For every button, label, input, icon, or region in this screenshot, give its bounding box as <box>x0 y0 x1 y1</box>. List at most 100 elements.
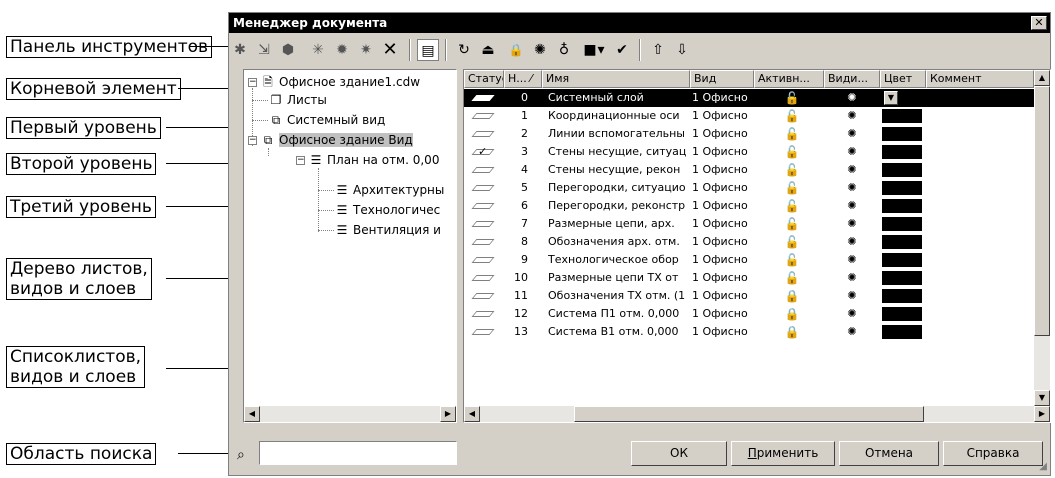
table-row[interactable]: 9 Технологическое обор 1 Офисно 🔓 ✺ <box>464 251 1034 269</box>
lightbulb-icon[interactable]: ✺ <box>840 107 864 125</box>
status-cell[interactable] <box>464 125 504 143</box>
color-swatch[interactable] <box>882 253 922 267</box>
activate-icon[interactable]: ⏏ <box>477 39 499 61</box>
delete-icon[interactable]: ✕ <box>379 39 401 61</box>
status-cell[interactable] <box>464 287 504 305</box>
color-swatch[interactable] <box>882 109 922 123</box>
new-view-icon[interactable]: ⇲ <box>253 39 275 61</box>
status-cell[interactable] <box>464 161 504 179</box>
list-vertical-scrollbar[interactable]: ▲ ▼ <box>1034 70 1050 406</box>
scroll-left-icon[interactable]: ◀ <box>244 406 260 422</box>
scroll-thumb[interactable] <box>574 406 924 422</box>
table-row[interactable]: 11 Обозначения ТХ отм. (1 1 Офисно 🔒 ✺ <box>464 287 1034 305</box>
color-swatch[interactable] <box>882 307 922 321</box>
status-cell[interactable] <box>464 179 504 197</box>
scroll-up-icon[interactable]: ▲ <box>1034 70 1050 86</box>
lock-icon[interactable]: 🔒 <box>780 323 804 341</box>
tree-item-office-view[interactable]: ⧉ Офисное здание Вид <box>260 132 413 148</box>
lightbulb-icon[interactable]: ✺ <box>840 125 864 143</box>
unlock-icon[interactable]: 🔓 <box>780 233 804 251</box>
color-swatch[interactable] <box>882 163 922 177</box>
status-cell[interactable] <box>464 269 504 287</box>
ok-button[interactable]: ОК <box>631 441 727 466</box>
table-row[interactable]: 12 Система П1 отм. 0,000 1 Офисно 🔒 ✺ <box>464 305 1034 323</box>
lightbulb-icon[interactable]: ✺ <box>840 89 864 107</box>
color-dropdown-icon[interactable]: ▾ <box>595 39 607 61</box>
lightbulb-icon[interactable]: ✺ <box>840 233 864 251</box>
unlock-icon[interactable]: 🔓 <box>780 215 804 233</box>
tree-item-vent[interactable]: ☰ Вентиляция и <box>334 222 441 238</box>
table-row[interactable]: 13 Система В1 отм. 0,000 1 Офисно 🔒 ✺ <box>464 323 1034 341</box>
help-button[interactable]: Справка <box>943 441 1043 466</box>
light-on-icon[interactable]: ✺ <box>529 39 551 61</box>
unlock-icon[interactable]: 🔓 <box>780 197 804 215</box>
view-star-icon[interactable]: ✹ <box>331 39 353 61</box>
export-icon[interactable]: ⇧ <box>647 39 669 61</box>
column-header-comment[interactable]: Коммент <box>926 70 1034 88</box>
lightbulb-icon[interactable]: ✺ <box>840 179 864 197</box>
table-row[interactable]: 4 Стены несущие, рекон 1 Офисно 🔓 ✺ <box>464 161 1034 179</box>
expander-root[interactable]: − <box>248 78 257 87</box>
table-row[interactable]: 0 Системный слой 1 Офисно 🔓 ✺ ▼ <box>464 89 1034 107</box>
status-cell[interactable] <box>464 251 504 269</box>
table-row[interactable]: 6 Перегородки, реконстр 1 Офисно 🔓 ✺ <box>464 197 1034 215</box>
unlock-icon[interactable]: 🔓 <box>780 269 804 287</box>
tree-item-tech[interactable]: ☰ Технологичес <box>334 202 441 218</box>
column-header-status[interactable]: Статус <box>464 70 504 88</box>
unlock-icon[interactable]: 🔓 <box>780 143 804 161</box>
close-icon[interactable]: ✕ <box>1031 16 1047 30</box>
resize-grip-icon[interactable]: ◢ <box>1039 461 1047 472</box>
lock-icon[interactable]: 🔒 <box>780 287 804 305</box>
unlock-icon[interactable]: 🔓 <box>780 251 804 269</box>
table-row[interactable]: 2 Линии вспомогательны 1 Офисно 🔓 ✺ <box>464 125 1034 143</box>
table-row[interactable]: 10 Размерные цепи ТХ от 1 Офисно 🔓 ✺ <box>464 269 1034 287</box>
tree-item-system-view[interactable]: ⧉ Системный вид <box>268 112 386 128</box>
status-cell[interactable] <box>464 233 504 251</box>
scroll-left-icon[interactable]: ◀ <box>464 406 480 422</box>
expander-office-view[interactable]: − <box>248 136 257 145</box>
column-header-name[interactable]: Имя <box>542 70 690 88</box>
layer-star-icon[interactable]: ✷ <box>355 39 377 61</box>
tree-panel[interactable]: − 🗎 Офисное здание1.cdw ❐ Листы ⧉ Системный… <box>243 69 457 423</box>
details-view-icon[interactable]: ▤ <box>417 39 439 61</box>
lock-icon[interactable]: 🔒 <box>780 305 804 323</box>
tree-item-plan[interactable]: ☰ План на отм. 0,00 <box>308 152 440 168</box>
color-swatch[interactable] <box>882 199 922 213</box>
unlock-icon[interactable]: 🔓 <box>780 89 804 107</box>
new-sheet-icon[interactable]: ✱ <box>229 39 251 61</box>
status-cell[interactable] <box>464 89 504 107</box>
color-swatch[interactable] <box>882 235 922 249</box>
tree-root[interactable]: 🗎 Офисное здание1.cdw <box>260 74 420 90</box>
search-input[interactable] <box>259 441 457 465</box>
color-swatch[interactable] <box>882 181 922 195</box>
cancel-button[interactable]: Отмена <box>839 441 939 466</box>
list-panel[interactable]: Статус Н... ⁄ Имя Вид Активн... Види... … <box>463 69 1051 423</box>
properties-icon[interactable]: ✔ <box>611 39 633 61</box>
table-row[interactable]: 1 Координационные оси 1 Офисно 🔓 ✺ <box>464 107 1034 125</box>
sheet-star-icon[interactable]: ✳ <box>307 39 329 61</box>
scroll-thumb[interactable] <box>1034 86 1050 336</box>
import-icon[interactable]: ⇩ <box>671 39 693 61</box>
lightbulb-icon[interactable]: ✺ <box>840 251 864 269</box>
lightbulb-icon[interactable]: ✺ <box>840 143 864 161</box>
column-header-number[interactable]: Н... ⁄ <box>504 70 542 88</box>
list-horizontal-scrollbar[interactable]: ◀ ▶ <box>464 406 1050 422</box>
lightbulb-icon[interactable]: ✺ <box>840 323 864 341</box>
color-dropdown-icon[interactable]: ▼ <box>884 91 898 105</box>
expander-plan[interactable]: − <box>296 156 305 165</box>
lightbulb-icon[interactable]: ✺ <box>840 197 864 215</box>
lightbulb-icon[interactable]: ✺ <box>840 215 864 233</box>
lightbulb-icon[interactable]: ✺ <box>840 269 864 287</box>
color-swatch[interactable] <box>882 289 922 303</box>
new-layer-icon[interactable]: ⬢ <box>277 39 299 61</box>
color-swatch[interactable] <box>882 271 922 285</box>
status-cell[interactable] <box>464 323 504 341</box>
color-swatch[interactable] <box>882 325 922 339</box>
scroll-right-icon[interactable]: ▶ <box>440 406 456 422</box>
lightbulb-icon[interactable]: ✺ <box>840 305 864 323</box>
light-off-icon[interactable]: ♁ <box>553 39 575 61</box>
status-cell[interactable] <box>464 107 504 125</box>
scroll-right-icon[interactable]: ▶ <box>1034 406 1050 422</box>
table-row[interactable]: 7 Размерные цепи, арх. 1 Офисно 🔓 ✺ <box>464 215 1034 233</box>
status-cell[interactable] <box>464 215 504 233</box>
